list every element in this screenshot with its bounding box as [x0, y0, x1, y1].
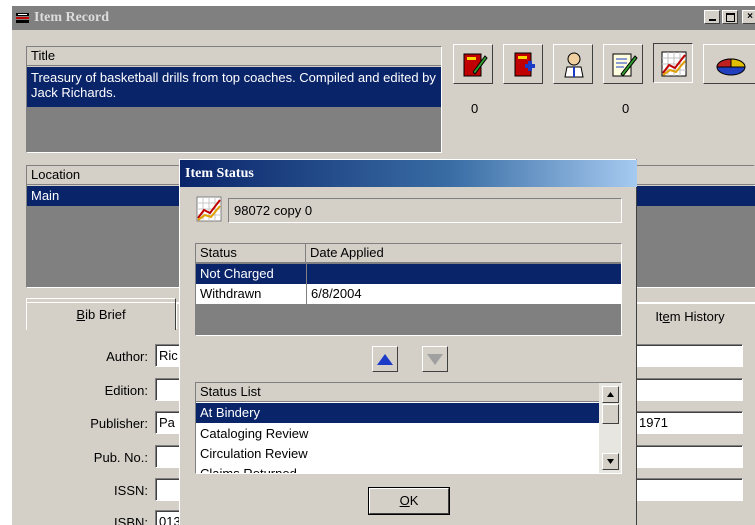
minimize-icon	[708, 19, 716, 21]
row-status: Not Charged	[200, 266, 274, 281]
patron-button[interactable]	[553, 44, 593, 84]
statistics-button[interactable]	[703, 44, 755, 84]
table-row[interactable]: Withdrawn 6/8/2004	[196, 284, 621, 304]
isbn-label: ISBN:	[114, 515, 148, 525]
author-field-right[interactable]	[635, 344, 743, 367]
status-table: Status Date Applied Not Charged Withdraw…	[195, 243, 622, 336]
tab-item-history[interactable]: Item History	[624, 303, 755, 329]
title-value[interactable]: Treasury of basketball drills from top c…	[27, 67, 441, 107]
edition-label: Edition:	[104, 383, 148, 398]
arrow-up-icon	[377, 354, 393, 365]
edit-item-button[interactable]	[453, 44, 493, 84]
edit-book-icon	[463, 53, 488, 77]
add-book-icon	[514, 52, 535, 77]
tab-bib-brief[interactable]: Bib Brief	[26, 298, 176, 330]
add-item-button[interactable]	[503, 44, 543, 84]
maximize-icon	[725, 13, 735, 22]
window-title: Item Record	[34, 10, 110, 25]
title-panel: Title Treasury of basketball drills from…	[26, 46, 442, 153]
arrow-down-icon	[427, 354, 443, 365]
row-date	[306, 264, 311, 284]
scroll-up-button[interactable]	[602, 386, 619, 403]
dialog-titlebar[interactable]: Item Status	[180, 160, 637, 187]
ok-button-face: OK	[369, 488, 449, 514]
move-down-button[interactable]	[422, 346, 448, 372]
list-item[interactable]: Cataloging Review	[196, 424, 599, 444]
list-item[interactable]: Circulation Review	[196, 444, 599, 464]
item-id-field: 98072 copy 0	[228, 198, 622, 223]
maximize-button[interactable]	[722, 10, 738, 24]
list-item[interactable]: Claims Returned	[196, 464, 599, 473]
status-list: Status List At Bindery Cataloging Review…	[195, 382, 622, 474]
note-pencil-icon	[612, 53, 638, 77]
title-header: Title	[27, 47, 441, 66]
status-chart-icon	[196, 196, 222, 222]
tab-item-history-label: Item History	[655, 309, 725, 324]
issn-label: ISSN:	[114, 483, 148, 498]
minimize-button[interactable]	[704, 10, 720, 24]
pie-chart-icon	[716, 58, 746, 76]
close-icon: ×	[747, 11, 753, 22]
title-empty-area	[27, 107, 441, 152]
notes-count: 0	[622, 101, 630, 116]
scroll-down-arrow-icon	[607, 459, 614, 464]
row-date: 6/8/2004	[306, 284, 362, 304]
ok-label: K	[409, 493, 419, 508]
pub-no-field-right[interactable]	[635, 445, 743, 468]
close-button[interactable]: ×	[742, 10, 755, 24]
status-list-scrollbar[interactable]	[599, 383, 621, 473]
edit-count: 0	[471, 101, 479, 116]
person-icon	[564, 52, 584, 78]
row-status: Withdrawn	[200, 286, 262, 301]
author-label: Author:	[106, 349, 148, 364]
publisher-label: Publisher:	[90, 416, 148, 431]
edition-field-right[interactable]	[635, 378, 743, 401]
move-up-button[interactable]	[372, 346, 398, 372]
scroll-up-arrow-icon	[607, 392, 614, 397]
item-status-button[interactable]	[653, 43, 693, 83]
line-chart-icon	[661, 51, 687, 77]
table-row[interactable]: Not Charged	[196, 264, 621, 284]
status-column-header[interactable]: Status	[196, 244, 306, 263]
ok-button[interactable]: OK	[368, 487, 450, 515]
notes-button[interactable]	[603, 44, 643, 84]
scroll-thumb[interactable]	[602, 404, 619, 424]
ok-accelerator: O	[399, 493, 410, 508]
issn-field-right[interactable]	[635, 478, 743, 501]
scroll-down-button[interactable]	[602, 453, 619, 470]
date-column-header[interactable]: Date Applied	[306, 244, 621, 263]
publisher-year-field[interactable]: 1971	[635, 411, 743, 434]
tab-bib-brief-label: Bib Brief	[76, 307, 126, 322]
status-list-header[interactable]: Status List	[196, 383, 599, 402]
item-record-icon	[16, 13, 29, 23]
window-titlebar[interactable]: Item Record ×	[12, 6, 755, 30]
pub-no-label: Pub. No.:	[93, 450, 148, 465]
list-item[interactable]: At Bindery	[196, 403, 599, 423]
item-status-dialog: Item Status 98072 copy 0 Status Date App…	[179, 159, 637, 525]
